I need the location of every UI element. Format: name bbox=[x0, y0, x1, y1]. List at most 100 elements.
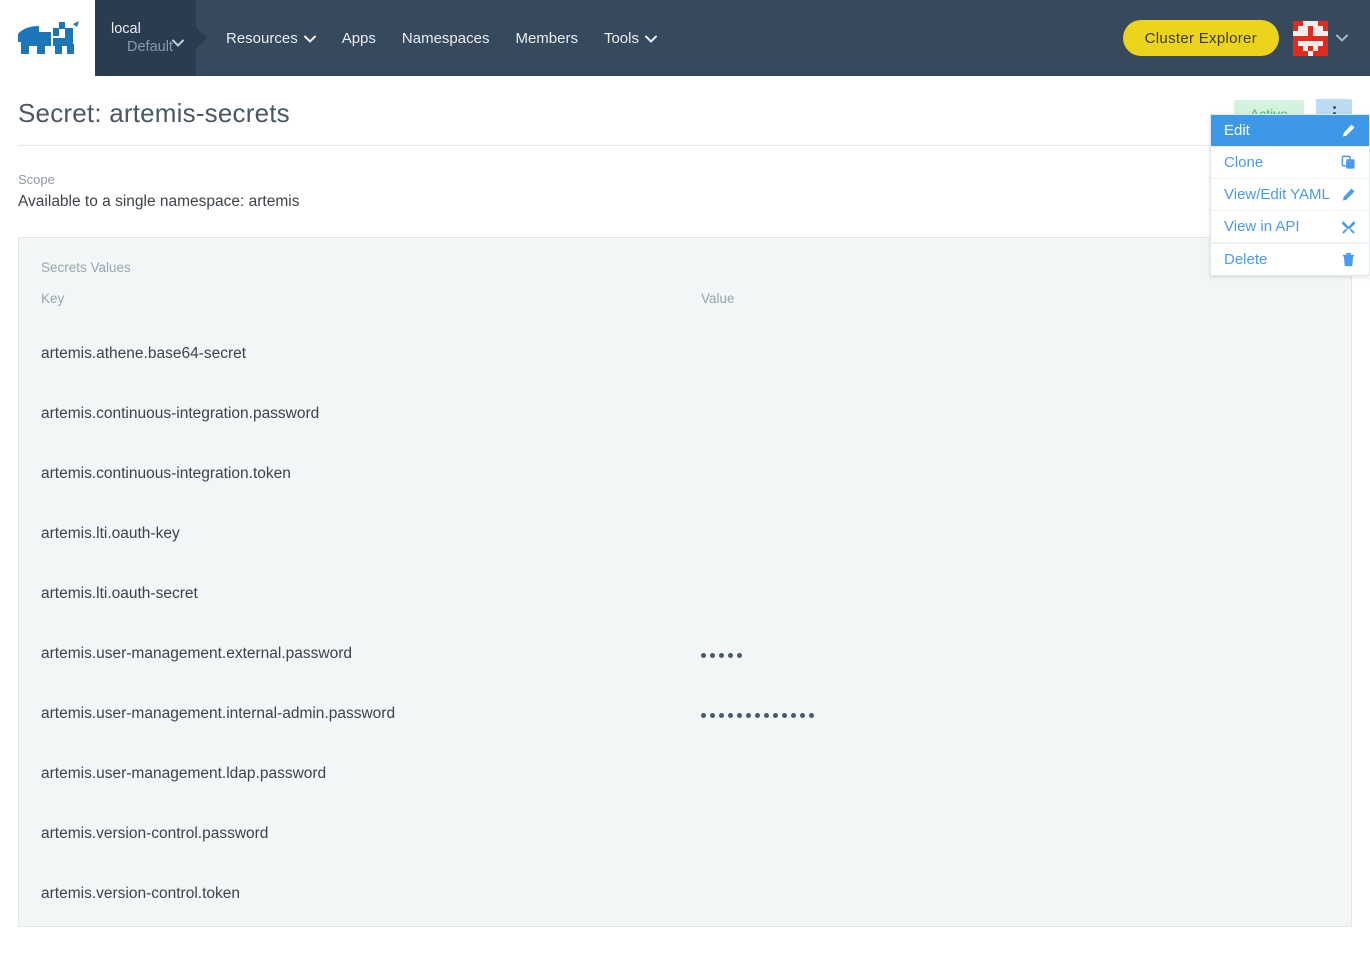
header-divider bbox=[18, 145, 1352, 146]
secret-key-cell: artemis.version-control.token bbox=[41, 864, 701, 924]
secret-value-cell[interactable] bbox=[701, 444, 1329, 504]
table-row: artemis.version-control.token bbox=[41, 864, 1329, 924]
masked-dot bbox=[755, 713, 760, 718]
masked-dot bbox=[746, 713, 751, 718]
masked-dot bbox=[773, 713, 778, 718]
masked-value bbox=[701, 713, 814, 718]
nav-item-namespaces[interactable]: Namespaces bbox=[402, 30, 490, 47]
pencil-icon bbox=[1340, 123, 1356, 139]
menu-item-view-edit-yaml[interactable]: View/Edit YAML bbox=[1211, 179, 1369, 211]
cluster-explorer-button[interactable]: Cluster Explorer bbox=[1123, 20, 1279, 56]
table-head: Key Value bbox=[41, 291, 1329, 324]
secrets-values-title: Secrets Values bbox=[41, 260, 1329, 275]
trash-icon bbox=[1340, 252, 1356, 268]
masked-dot bbox=[737, 713, 742, 718]
primary-nav: Resources Apps Namespaces Members Tools bbox=[196, 0, 1123, 76]
cluster-selector[interactable]: local Default bbox=[95, 0, 196, 76]
secret-key-cell: artemis.user-management.ldap.password bbox=[41, 744, 701, 804]
masked-dot bbox=[719, 653, 724, 658]
kebab-menu-icon-dot bbox=[1333, 106, 1336, 109]
actions-dropdown-menu: Edit Clone View/Edit YAML View in API Delete bbox=[1210, 114, 1370, 276]
masked-dot bbox=[809, 713, 814, 718]
chevron-down-icon bbox=[645, 30, 657, 47]
menu-item-clone[interactable]: Clone bbox=[1211, 147, 1369, 179]
secret-value-cell[interactable] bbox=[701, 804, 1329, 864]
masked-dot bbox=[737, 653, 742, 658]
user-avatar-identicon-icon bbox=[1293, 21, 1328, 56]
table-row: artemis.lti.oauth-key bbox=[41, 504, 1329, 564]
masked-dot bbox=[800, 713, 805, 718]
secrets-values-card: Secrets Values Key Value artemis.athene.… bbox=[18, 237, 1352, 927]
masked-dot bbox=[782, 713, 787, 718]
secret-key-cell: artemis.lti.oauth-secret bbox=[41, 564, 701, 624]
masked-dot bbox=[728, 713, 733, 718]
secret-key-cell: artemis.lti.oauth-key bbox=[41, 504, 701, 564]
page-header: Secret: artemis-secrets Active bbox=[18, 76, 1352, 145]
secret-value-cell[interactable] bbox=[701, 384, 1329, 444]
nav-item-members-label: Members bbox=[515, 30, 578, 47]
secret-value-cell[interactable] bbox=[701, 564, 1329, 624]
secret-value-cell[interactable] bbox=[701, 744, 1329, 804]
secret-key-cell: artemis.continuous-integration.password bbox=[41, 384, 701, 444]
menu-item-label: Delete bbox=[1224, 251, 1267, 268]
secret-value-cell[interactable] bbox=[701, 624, 1329, 684]
api-tools-icon bbox=[1340, 219, 1356, 235]
masked-dot bbox=[719, 713, 724, 718]
rancher-cow-logo-icon bbox=[15, 18, 81, 58]
table-row: artemis.lti.oauth-secret bbox=[41, 564, 1329, 624]
secret-key-cell: artemis.user-management.internal-admin.p… bbox=[41, 684, 701, 744]
masked-dot bbox=[710, 713, 715, 718]
table-row: artemis.user-management.external.passwor… bbox=[41, 624, 1329, 684]
chevron-down-icon bbox=[172, 34, 184, 52]
menu-item-delete[interactable]: Delete bbox=[1211, 243, 1369, 275]
nav-item-apps[interactable]: Apps bbox=[342, 30, 376, 47]
chevron-down-icon bbox=[304, 30, 316, 47]
copy-icon bbox=[1340, 155, 1356, 171]
table-row: artemis.user-management.ldap.password bbox=[41, 744, 1329, 804]
table-row: artemis.version-control.password bbox=[41, 804, 1329, 864]
secret-value-cell[interactable] bbox=[701, 864, 1329, 924]
secret-value-cell[interactable] bbox=[701, 324, 1329, 384]
menu-item-label: View in API bbox=[1224, 218, 1300, 235]
menu-item-label: View/Edit YAML bbox=[1224, 186, 1330, 203]
menu-item-view-in-api[interactable]: View in API bbox=[1211, 211, 1369, 243]
masked-dot bbox=[791, 713, 796, 718]
menu-item-label: Edit bbox=[1224, 122, 1250, 139]
masked-dot bbox=[701, 713, 706, 718]
secret-value-cell[interactable] bbox=[701, 504, 1329, 564]
pencil-icon bbox=[1340, 187, 1356, 203]
masked-value bbox=[701, 653, 742, 658]
secret-key-cell: artemis.version-control.password bbox=[41, 804, 701, 864]
chevron-down-icon bbox=[1336, 29, 1348, 47]
nav-item-apps-label: Apps bbox=[342, 30, 376, 47]
masked-dot bbox=[764, 713, 769, 718]
secret-value-cell[interactable] bbox=[701, 684, 1329, 744]
menu-item-edit[interactable]: Edit bbox=[1211, 115, 1369, 147]
user-menu[interactable] bbox=[1293, 21, 1348, 56]
rancher-logo[interactable] bbox=[0, 0, 95, 76]
nav-item-resources[interactable]: Resources bbox=[226, 30, 316, 47]
secret-key-cell: artemis.continuous-integration.token bbox=[41, 444, 701, 504]
column-header-value[interactable]: Value bbox=[701, 291, 1329, 324]
top-navbar: local Default Resources Apps Namespaces … bbox=[0, 0, 1370, 76]
nav-item-members[interactable]: Members bbox=[515, 30, 578, 47]
table-row: artemis.user-management.internal-admin.p… bbox=[41, 684, 1329, 744]
secrets-values-table: Key Value artemis.athene.base64-secretar… bbox=[41, 291, 1329, 924]
page-title: Secret: artemis-secrets bbox=[18, 98, 290, 129]
table-row: artemis.continuous-integration.password bbox=[41, 384, 1329, 444]
secret-key-cell: artemis.athene.base64-secret bbox=[41, 324, 701, 384]
table-body: artemis.athene.base64-secretartemis.cont… bbox=[41, 324, 1329, 924]
navbar-right-actions: Cluster Explorer bbox=[1123, 0, 1370, 76]
nav-item-resources-label: Resources bbox=[226, 30, 298, 47]
masked-dot bbox=[728, 653, 733, 658]
page-content: Secret: artemis-secrets Active Scope Ava… bbox=[0, 76, 1370, 927]
table-row: artemis.continuous-integration.token bbox=[41, 444, 1329, 504]
column-header-key[interactable]: Key bbox=[41, 291, 701, 324]
masked-dot bbox=[710, 653, 715, 658]
secret-key-cell: artemis.user-management.external.passwor… bbox=[41, 624, 701, 684]
table-header-row: Key Value bbox=[41, 291, 1329, 324]
table-row: artemis.athene.base64-secret bbox=[41, 324, 1329, 384]
masked-dot bbox=[701, 653, 706, 658]
nav-item-namespaces-label: Namespaces bbox=[402, 30, 490, 47]
nav-item-tools[interactable]: Tools bbox=[604, 30, 657, 47]
